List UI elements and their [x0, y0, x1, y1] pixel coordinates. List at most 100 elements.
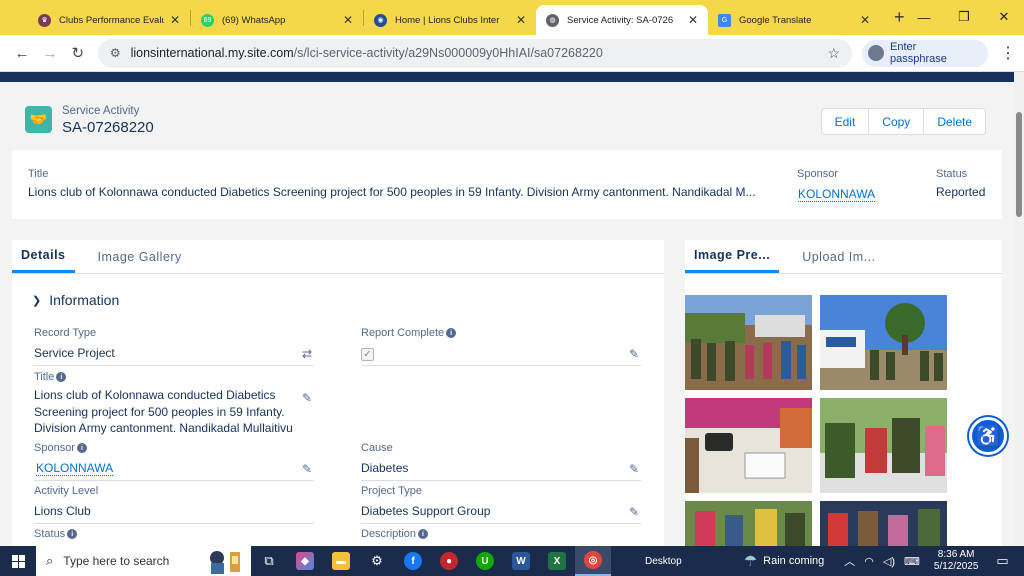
report-complete-checkbox[interactable]: ✓: [361, 348, 374, 361]
sponsor-link[interactable]: KOLONNAWA: [36, 461, 114, 476]
accessibility-icon[interactable]: ♿: [969, 417, 1007, 455]
address-bar-row: ← → ↻ ⚙ lionsinternational.my.site.com/s…: [0, 35, 1024, 72]
edit-pencil-icon[interactable]: ✎: [302, 391, 312, 405]
tab-image-preview[interactable]: Image Pre...: [685, 240, 780, 273]
browser-tab-lions-home[interactable]: ◉ Home | Lions Clubs Inter ✕: [364, 5, 536, 35]
url-input[interactable]: ⚙ lionsinternational.my.site.com/s/lci-s…: [97, 38, 853, 68]
copy-button[interactable]: Copy: [868, 109, 923, 134]
gallery-photo-5[interactable]: [685, 501, 812, 546]
window-controls: — ❐ ✕: [904, 0, 1024, 34]
edit-button[interactable]: Edit: [822, 109, 869, 134]
settings-gear-icon[interactable]: ⚙: [359, 546, 395, 576]
weather-text: Rain coming: [763, 555, 825, 567]
edit-pencil-icon[interactable]: ✎: [629, 462, 639, 476]
section-information[interactable]: ❯ Information: [32, 292, 119, 308]
globe-icon: ◍: [546, 13, 559, 27]
browser-tab-google-translate[interactable]: G Google Translate ✕: [708, 5, 880, 35]
edit-pencil-icon[interactable]: ✎: [629, 347, 639, 361]
page-scrollbar[interactable]: [1014, 72, 1024, 546]
close-window-icon[interactable]: ✕: [984, 0, 1024, 34]
desktop-toolbar-label[interactable]: Desktop: [645, 556, 682, 567]
excel-icon[interactable]: X: [539, 546, 575, 576]
info-icon[interactable]: i: [418, 529, 429, 539]
profile-button[interactable]: Enter passphrase: [862, 39, 989, 67]
keyboard-icon[interactable]: ⌨: [904, 555, 920, 568]
field-cause: Cause Diabetes ✎: [361, 442, 641, 481]
start-button[interactable]: [0, 554, 36, 568]
close-tab-icon[interactable]: ✕: [516, 13, 526, 27]
chevron-up-icon[interactable]: ︿: [844, 553, 855, 569]
browser-tab-service-activity[interactable]: ◍ Service Activity: SA-0726 ✕: [536, 5, 708, 35]
volume-icon[interactable]: ◁): [883, 555, 895, 568]
highlight-title-label: Title: [28, 168, 49, 180]
copilot-icon[interactable]: ◆: [287, 546, 323, 576]
highlight-sponsor-label: Sponsor: [797, 168, 838, 180]
system-tray: ︿ ◠ ◁) ⌨: [844, 553, 920, 569]
gallery-photo-1[interactable]: [685, 295, 812, 390]
new-tab-icon[interactable]: +: [894, 7, 905, 28]
field-value: Diabetes Support Group: [361, 504, 491, 518]
tab-details[interactable]: Details: [12, 240, 75, 273]
wifi-icon[interactable]: ◠: [864, 555, 874, 568]
taskbar-search-input[interactable]: ⌕ Type here to search: [36, 546, 251, 576]
highlight-sponsor-link[interactable]: KOLONNAWA: [798, 187, 876, 202]
close-tab-icon[interactable]: ✕: [343, 13, 353, 27]
gallery-photo-2[interactable]: [820, 295, 947, 390]
record-header: 🤝 Service Activity SA-07268220 Edit Copy…: [10, 96, 1002, 150]
info-icon[interactable]: i: [56, 372, 67, 382]
app-red-icon[interactable]: ●: [431, 546, 467, 576]
clock-date: 5/12/2025: [933, 561, 979, 572]
facebook-icon[interactable]: f: [395, 546, 431, 576]
taskbar-clock[interactable]: 8:36 AM 5/12/2025: [934, 549, 979, 573]
field-label: Sponsor i: [34, 442, 314, 454]
change-record-type-icon[interactable]: ⇄: [302, 347, 312, 361]
back-icon[interactable]: ←: [8, 45, 36, 62]
word-icon[interactable]: W: [503, 546, 539, 576]
edit-pencil-icon[interactable]: ✎: [302, 462, 312, 476]
weather-widget[interactable]: ☂ Rain coming: [744, 552, 825, 570]
field-value: Service Project: [34, 346, 115, 360]
chrome-icon[interactable]: ◎: [575, 546, 611, 576]
gallery-photo-6[interactable]: [820, 501, 947, 546]
task-view-icon[interactable]: ⧉: [251, 546, 287, 576]
page-content: 🤝 Service Activity SA-07268220 Edit Copy…: [0, 82, 1014, 546]
section-title: Information: [49, 292, 120, 308]
notifications-icon[interactable]: ▭: [996, 553, 1008, 569]
gallery-photo-3[interactable]: [685, 398, 812, 493]
field-label: Activity Level: [34, 485, 99, 497]
rain-cloud-icon: ☂: [743, 553, 758, 570]
close-tab-icon[interactable]: ✕: [688, 13, 698, 27]
tab-image-gallery[interactable]: Image Gallery: [89, 240, 191, 273]
info-icon[interactable]: i: [76, 443, 87, 453]
info-icon[interactable]: i: [446, 328, 457, 338]
field-label: Project Type: [361, 485, 422, 497]
bookmark-star-icon[interactable]: ☆: [828, 45, 841, 62]
forward-icon[interactable]: →: [36, 45, 64, 62]
reload-icon[interactable]: ↻: [64, 44, 92, 62]
image-preview-card: Image Pre... Upload Im...: [685, 240, 1002, 546]
minimize-icon[interactable]: —: [904, 0, 944, 34]
close-tab-icon[interactable]: ✕: [860, 13, 870, 27]
file-explorer-icon[interactable]: ▬: [323, 546, 359, 576]
info-icon[interactable]: i: [67, 529, 78, 539]
field-label: Status i: [34, 528, 314, 540]
lions-icon: ◉: [374, 13, 387, 27]
browser-menu-icon[interactable]: ⋮: [1000, 43, 1016, 63]
url-path: /s/lci-service-activity/a29Ns000009y0HhI…: [293, 46, 603, 60]
delete-button[interactable]: Delete: [923, 109, 985, 134]
upwork-icon[interactable]: U: [467, 546, 503, 576]
field-value: Lions club of Kolonnawa conducted Diabet…: [34, 388, 293, 435]
restore-icon[interactable]: ❐: [944, 0, 984, 34]
field-project-type: Project Type Diabetes Support Group ✎: [361, 485, 641, 524]
gallery-photo-4[interactable]: [820, 398, 947, 493]
field-label: Description i: [361, 528, 641, 540]
browser-tab-whatsapp[interactable]: 69 (69) WhatsApp ✕: [191, 5, 363, 35]
field-label: Report Complete i: [361, 327, 641, 339]
site-info-icon[interactable]: ⚙: [110, 46, 121, 60]
edit-pencil-icon[interactable]: ✎: [629, 505, 639, 519]
close-tab-icon[interactable]: ✕: [170, 13, 180, 27]
tab-upload-image[interactable]: Upload Im...: [793, 240, 884, 273]
browser-tab-clubs-performance[interactable]: ♛ Clubs Performance Evalu ✕: [0, 5, 190, 35]
lions-club-icon: ♛: [38, 13, 51, 27]
details-tabs: Details Image Gallery: [12, 240, 664, 274]
